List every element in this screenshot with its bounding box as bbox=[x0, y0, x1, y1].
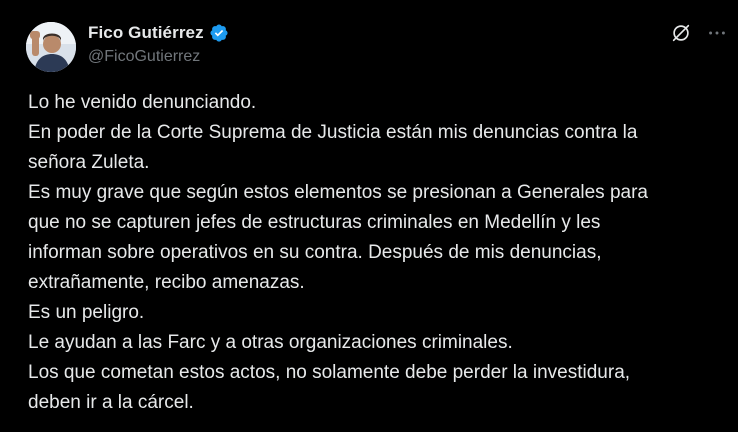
tweet-line: Lo he venido denunciando. bbox=[28, 92, 257, 113]
tweet-line: informan sobre operativos en su contra. … bbox=[28, 242, 602, 263]
top-actions bbox=[670, 22, 728, 44]
author-handle[interactable]: @FicoGutierrez bbox=[88, 48, 229, 66]
tweet-line: Le ayudan a las Farc y a otras organizac… bbox=[28, 332, 513, 353]
tweet-line: Es muy grave que según estos elementos s… bbox=[28, 182, 648, 203]
tweet-line: Es un peligro. bbox=[28, 302, 145, 323]
tweet-text: Lo he venido denunciando. En poder de la… bbox=[28, 88, 728, 418]
tweet-line: extrañamente, recibo amenazas. bbox=[28, 272, 305, 293]
display-name[interactable]: Fico Gutiérrez bbox=[88, 23, 204, 43]
tweet-line: señora Zuleta. bbox=[28, 152, 150, 173]
more-options-icon[interactable] bbox=[706, 22, 728, 44]
tweet-line: deben ir a la cárcel. bbox=[28, 392, 194, 413]
tweet-line: que no se capturen jefes de estructuras … bbox=[28, 212, 601, 233]
author-info: Fico Gutiérrez @FicoGutierrez bbox=[88, 22, 229, 66]
avatar-photo bbox=[26, 22, 76, 72]
tweet-line: Los que cometan estos actos, no solament… bbox=[28, 362, 631, 383]
name-row: Fico Gutiérrez bbox=[88, 22, 229, 44]
verified-badge-icon bbox=[209, 23, 229, 43]
grok-icon[interactable] bbox=[670, 22, 692, 44]
avatar[interactable] bbox=[26, 22, 76, 72]
tweet-line: En poder de la Corte Suprema de Justicia… bbox=[28, 122, 638, 143]
tweet-card: Fico Gutiérrez @FicoGutierrez Lo he veni… bbox=[0, 0, 738, 432]
